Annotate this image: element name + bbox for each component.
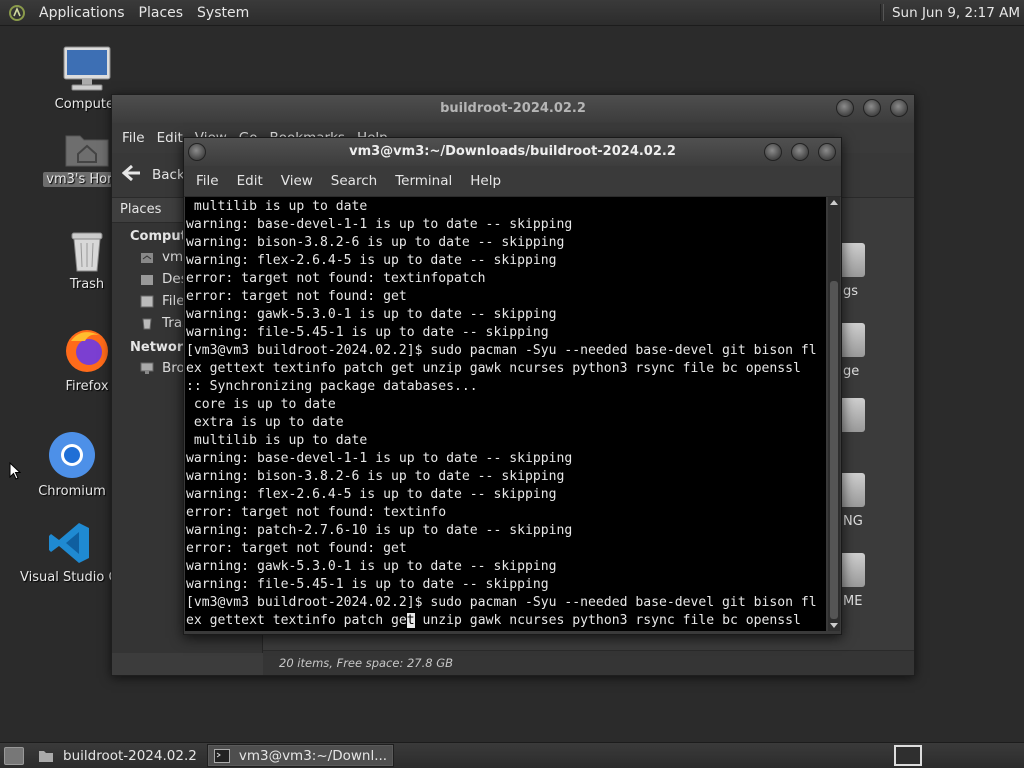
menu-help[interactable]: Help bbox=[461, 173, 510, 189]
drive-icon bbox=[140, 294, 154, 308]
file-item-label: ME bbox=[843, 594, 863, 609]
vscode-icon bbox=[49, 523, 89, 563]
taskbar-item-file-manager[interactable]: buildroot-2024.02.2 bbox=[32, 745, 203, 766]
back-button[interactable]: Back bbox=[152, 167, 185, 183]
terminal-window[interactable]: vm3@vm3:~/Downloads/buildroot-2024.02.2 … bbox=[183, 137, 842, 635]
menu-file[interactable]: File bbox=[116, 130, 151, 146]
minimize-button[interactable] bbox=[764, 143, 782, 161]
back-arrow-icon[interactable] bbox=[121, 164, 142, 186]
mouse-pointer-icon bbox=[9, 462, 21, 480]
text-cursor: t bbox=[406, 613, 415, 628]
file-item-label: NG bbox=[843, 514, 863, 529]
folder-icon bbox=[38, 749, 54, 763]
terminal-menubar: File Edit View Search Terminal Help bbox=[184, 166, 841, 197]
terminal-output[interactable]: multilib is up to date warning: base-deve… bbox=[185, 197, 826, 631]
scroll-down-arrow-icon[interactable] bbox=[830, 623, 838, 628]
maximize-button[interactable] bbox=[863, 99, 881, 117]
desktop-icon-label: Chromium bbox=[38, 484, 106, 499]
terminal-line: error: target not found: get bbox=[186, 541, 407, 556]
terminal-line: multilib is up to date bbox=[186, 433, 368, 448]
clock[interactable]: Sun Jun 9, 2:17 AM bbox=[892, 5, 1020, 21]
trash-icon bbox=[71, 232, 103, 272]
window-title: vm3@vm3:~/Downloads/buildroot-2024.02.2 bbox=[349, 144, 676, 159]
terminal-line: warning: base-devel-1-1 is up to date --… bbox=[186, 451, 573, 466]
panel-separator bbox=[879, 4, 884, 21]
menu-places[interactable]: Places bbox=[132, 5, 191, 21]
status-bar: 20 items, Free space: 27.8 GB bbox=[263, 650, 914, 675]
file-item-label: ge bbox=[843, 364, 860, 379]
terminal-line: warning: flex-2.6.4-5 is up to date -- s… bbox=[186, 487, 557, 502]
terminal-line: error: target not found: textinfo bbox=[186, 505, 447, 520]
workspace-switcher[interactable] bbox=[894, 745, 922, 766]
terminal-line: [vm3@vm3 buildroot-2024.02.2]$ sudo pacm… bbox=[186, 343, 817, 358]
terminal-line: core is up to date bbox=[186, 397, 336, 412]
terminal-line: :: Synchronizing package databases... bbox=[186, 379, 478, 394]
terminal-line: warning: gawk-5.3.0-1 is up to date -- s… bbox=[186, 559, 557, 574]
menu-applications[interactable]: Applications bbox=[32, 5, 132, 21]
terminal-line: multilib is up to date bbox=[186, 199, 368, 214]
menu-view[interactable]: View bbox=[272, 173, 322, 189]
file-item-label: gs bbox=[843, 284, 859, 299]
taskbar-item-terminal[interactable]: vm3@vm3:~/Downl... bbox=[206, 744, 395, 767]
terminal-current-line: ex gettext textinfo patch get unzip gawk… bbox=[186, 613, 801, 628]
home-folder-icon bbox=[65, 135, 109, 167]
maximize-button[interactable] bbox=[791, 143, 809, 161]
terminal-line: warning: file-5.45-1 is up to date -- sk… bbox=[186, 577, 549, 592]
window-menu-button[interactable] bbox=[188, 143, 206, 172]
desktop-folder-icon bbox=[140, 272, 154, 286]
desktop-icon-label: Firefox bbox=[65, 379, 109, 394]
terminal-line: ex gettext textinfo patch get unzip gawk… bbox=[186, 361, 801, 376]
window-title: buildroot-2024.02.2 bbox=[440, 101, 586, 116]
status-text: 20 items, Free space: 27.8 GB bbox=[279, 656, 454, 670]
distro-logo-icon[interactable] bbox=[8, 4, 26, 22]
terminal-titlebar[interactable]: vm3@vm3:~/Downloads/buildroot-2024.02.2 bbox=[184, 138, 841, 166]
scrollbar-thumb[interactable] bbox=[830, 281, 838, 619]
terminal-line: [vm3@vm3 buildroot-2024.02.2]$ sudo pacm… bbox=[186, 595, 817, 610]
terminal-line: extra is up to date bbox=[186, 415, 344, 430]
menu-search[interactable]: Search bbox=[322, 173, 386, 189]
file-manager-titlebar[interactable]: buildroot-2024.02.2 bbox=[112, 95, 914, 123]
computer-icon bbox=[63, 46, 111, 91]
terminal-line: warning: gawk-5.3.0-1 is up to date -- s… bbox=[186, 307, 557, 322]
show-desktop-icon[interactable] bbox=[4, 746, 24, 765]
terminal-line: warning: bison-3.8.2-6 is up to date -- … bbox=[186, 469, 565, 484]
home-icon bbox=[140, 250, 154, 264]
terminal-line: error: target not found: textinfopatch bbox=[186, 271, 486, 286]
terminal-line: warning: patch-2.7.6-10 is up to date --… bbox=[186, 523, 573, 538]
network-icon bbox=[140, 361, 154, 375]
terminal-line: warning: flex-2.6.4-5 is up to date -- s… bbox=[186, 253, 557, 268]
close-button[interactable] bbox=[818, 143, 836, 161]
scroll-up-arrow-icon[interactable] bbox=[830, 200, 838, 205]
menu-edit[interactable]: Edit bbox=[228, 173, 272, 189]
close-button[interactable] bbox=[890, 99, 908, 117]
terminal-line: warning: bison-3.8.2-6 is up to date -- … bbox=[186, 235, 565, 250]
firefox-icon bbox=[66, 330, 108, 372]
bottom-panel: buildroot-2024.02.2 vm3@vm3:~/Downl... bbox=[0, 742, 1024, 768]
desktop-icon-vscode[interactable]: Visual Studio Code bbox=[20, 520, 142, 585]
minimize-button[interactable] bbox=[836, 99, 854, 117]
menu-file[interactable]: File bbox=[187, 173, 228, 189]
chromium-icon bbox=[49, 432, 95, 478]
menu-system[interactable]: System bbox=[190, 5, 256, 21]
taskbar-item-label: vm3@vm3:~/Downl... bbox=[238, 747, 388, 764]
desktop-icon-chromium[interactable]: Chromium bbox=[27, 430, 117, 499]
taskbar-item-label: buildroot-2024.02.2 bbox=[63, 747, 197, 764]
terminal-line: error: target not found: get bbox=[186, 289, 407, 304]
terminal-scrollbar[interactable] bbox=[828, 197, 840, 631]
terminal-icon bbox=[213, 748, 230, 763]
trash-icon bbox=[140, 316, 154, 330]
terminal-line: warning: base-devel-1-1 is up to date --… bbox=[186, 217, 573, 232]
terminal-lines: multilib is up to date warning: base-deve… bbox=[185, 198, 826, 630]
desktop-icon-label: Trash bbox=[69, 277, 105, 292]
terminal-line: warning: file-5.45-1 is up to date -- sk… bbox=[186, 325, 549, 340]
top-panel: Applications Places System Sun Jun 9, 2:… bbox=[0, 0, 1024, 26]
desktop-icon-label: Computer bbox=[54, 97, 120, 112]
menu-terminal[interactable]: Terminal bbox=[386, 173, 461, 189]
